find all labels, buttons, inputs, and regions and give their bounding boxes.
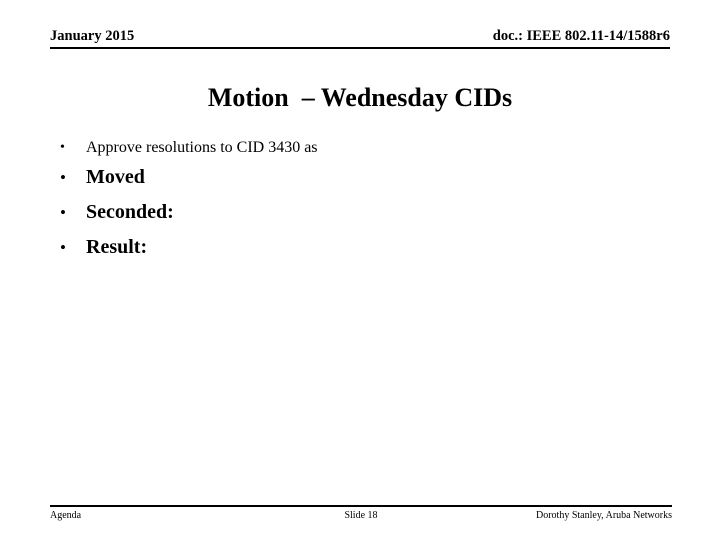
slide-title: Motion – Wednesday CIDs: [207, 83, 513, 112]
list-item: • Seconded:: [56, 195, 666, 230]
list-item: • Approve resolutions to CID 3430 as: [56, 136, 666, 160]
header-row: January 2015 doc.: IEEE 802.11-14/1588r6: [50, 28, 670, 45]
bullet-icon: •: [60, 238, 66, 257]
slide-body: • Approve resolutions to CID 3430 as • M…: [56, 136, 666, 265]
footer-divider: [50, 505, 672, 507]
header-document-number: doc.: IEEE 802.11-14/1588r6: [492, 28, 670, 44]
list-item: • Moved: [56, 160, 666, 195]
slide-footer: Agenda Slide 18 Dorothy Stanley, Aruba N…: [50, 509, 672, 525]
footer-author: Dorothy Stanley, Aruba Networks: [536, 510, 672, 521]
slide-canvas: January 2015 doc.: IEEE 802.11-14/1588r6…: [0, 0, 720, 540]
header-date: January 2015: [50, 28, 135, 44]
bullet-icon: •: [60, 140, 65, 155]
bullet-icon: •: [60, 168, 66, 187]
list-item: • Result:: [56, 230, 666, 265]
intro-bullet-list: • Approve resolutions to CID 3430 as: [56, 136, 666, 160]
list-item-label: Moved: [86, 166, 145, 188]
header-divider: [50, 47, 670, 49]
motion-bullet-list: • Moved • Seconded: • Result:: [56, 160, 666, 265]
list-item-label: Approve resolutions to CID 3430 as: [86, 139, 318, 156]
list-item-label: Seconded:: [86, 201, 174, 223]
bullet-icon: •: [60, 203, 66, 222]
list-item-label: Result:: [86, 236, 148, 258]
